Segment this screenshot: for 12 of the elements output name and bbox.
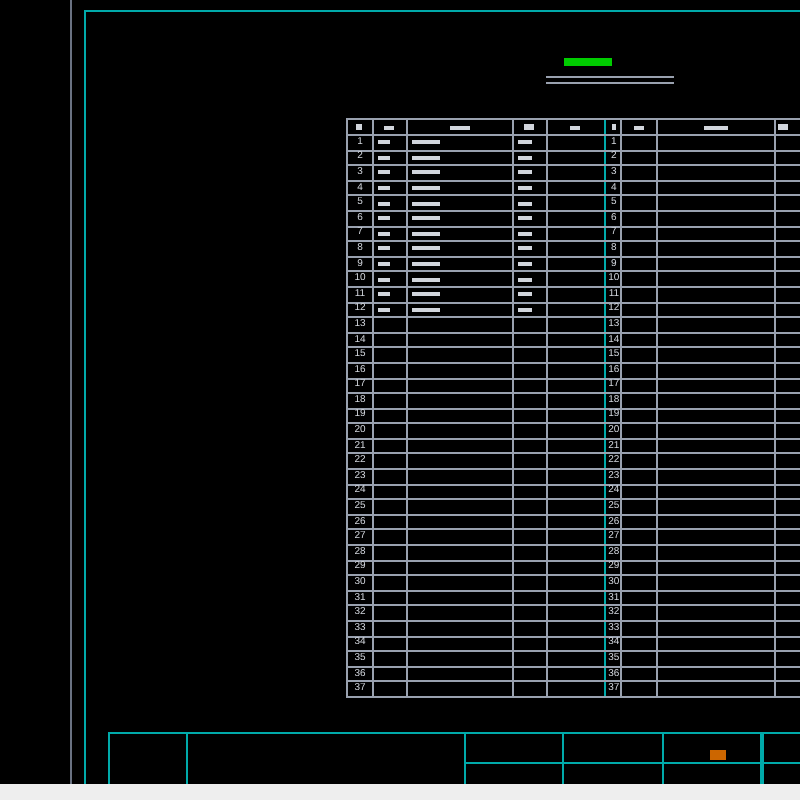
illegible-mark	[778, 124, 789, 130]
illegible-mark	[449, 125, 470, 129]
title-underline	[546, 76, 674, 84]
title-illegible-mark	[564, 58, 612, 66]
illegible-mark	[384, 125, 395, 129]
illegible-mark	[570, 125, 581, 129]
illegible-mark	[634, 125, 645, 129]
stamp-mark	[710, 750, 727, 760]
illegible-mark	[356, 124, 363, 130]
illegible-mark	[524, 124, 535, 130]
illegible-mark	[611, 124, 616, 130]
illegible-mark	[704, 125, 729, 129]
